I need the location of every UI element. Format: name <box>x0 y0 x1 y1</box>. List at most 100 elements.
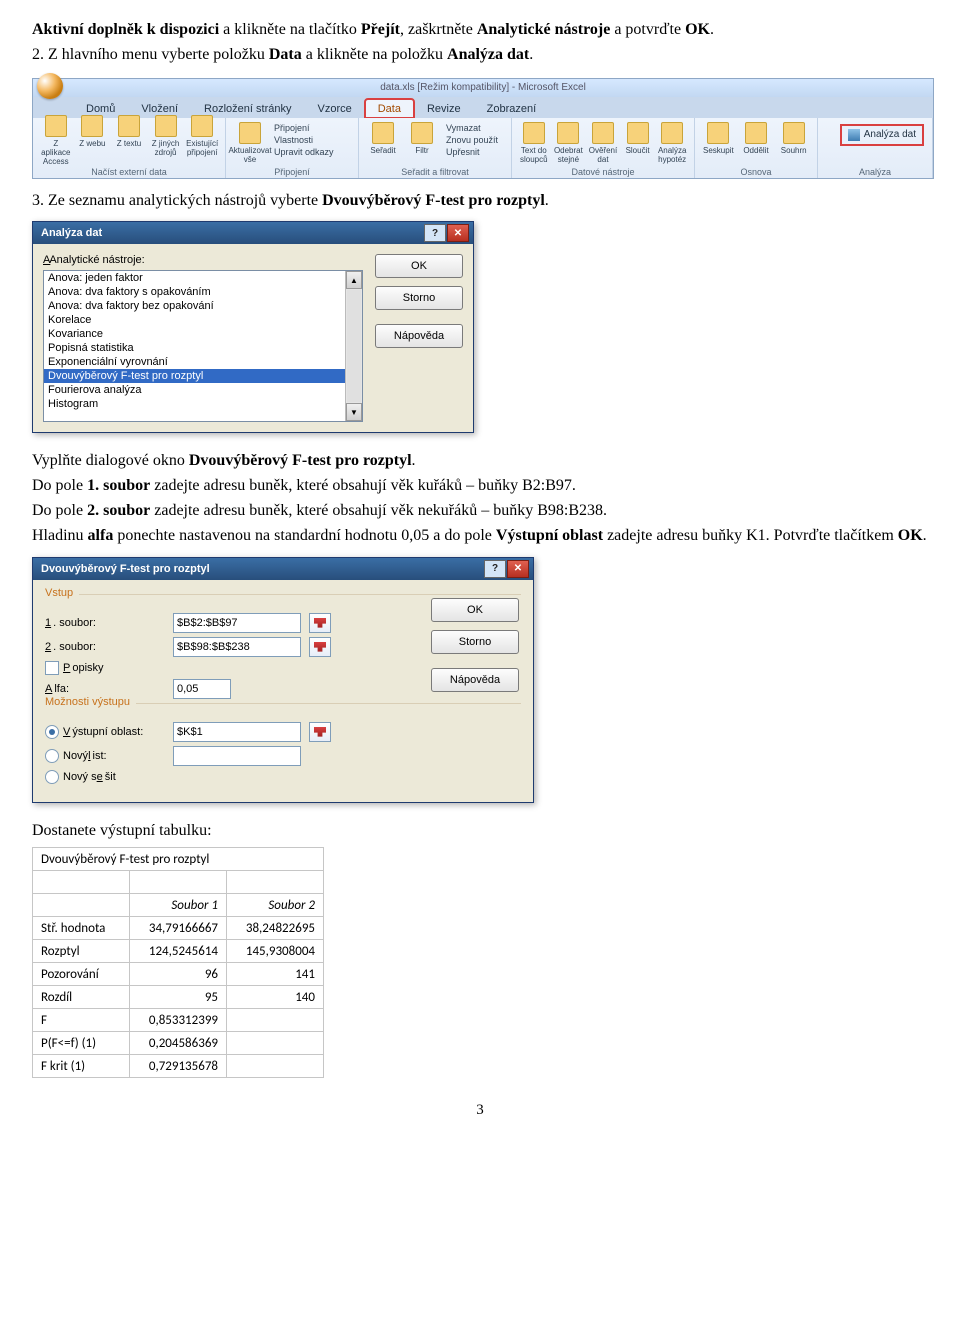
button-filter[interactable]: Filtr <box>404 122 440 166</box>
button-advanced[interactable]: Upřesnit <box>443 146 501 158</box>
dialog-title: Dvouvýběrový F-test pro rozptyl <box>41 563 210 575</box>
table-row: F krit (1)0,729135678 <box>33 1055 324 1078</box>
button-text-to-columns[interactable]: Text do sloupců <box>518 122 550 166</box>
checkbox-icon[interactable] <box>45 661 59 675</box>
button-from-web[interactable]: Z webu <box>76 115 110 166</box>
close-icon[interactable]: ✕ <box>507 560 529 578</box>
dialog-titlebar: Dvouvýběrový F-test pro rozptyl ? ✕ <box>33 558 533 580</box>
button-connections[interactable]: Připojení <box>271 122 337 134</box>
scroll-up-icon[interactable]: ▲ <box>346 271 362 289</box>
button-subtotal[interactable]: Souhrn <box>776 122 811 166</box>
radio-icon[interactable] <box>45 770 59 784</box>
radio-icon[interactable] <box>45 725 59 739</box>
input-alpha[interactable] <box>173 679 231 699</box>
label-file-1: 1. soubor: <box>45 617 165 629</box>
group-label-external: Načíst externí data <box>33 167 225 177</box>
button-consolidate[interactable]: Sloučit <box>622 122 654 166</box>
button-group[interactable]: Seskupit <box>701 122 736 166</box>
instr-field-2: Do pole 2. soubor zadejte adresu buněk, … <box>32 501 928 522</box>
tab-view[interactable]: Zobrazení <box>474 99 550 118</box>
intro-bold-1: Aktivní doplněk k dispozici <box>32 21 219 38</box>
button-clear[interactable]: Vymazat <box>443 122 501 134</box>
range-picker-icon[interactable] <box>309 722 331 742</box>
data-analysis-button[interactable]: Analýza dat <box>842 126 922 144</box>
button-whatif[interactable]: Analýza hypotéz <box>656 122 688 166</box>
excel-ribbon: data.xls [Režim kompatibility] - Microso… <box>32 78 934 179</box>
button-from-access[interactable]: Z aplikace Access <box>39 115 73 166</box>
ftest-result-table: Dvouvýběrový F-test pro rozptyl Soubor 1… <box>32 847 324 1078</box>
list-item-selected[interactable]: Dvouvýběrový F-test pro rozptyl <box>44 369 362 383</box>
analysis-tools-listbox[interactable]: Anova: jeden faktor Anova: dva faktory s… <box>43 270 363 422</box>
tab-data[interactable]: Data <box>365 99 414 118</box>
button-properties[interactable]: Vlastnosti <box>271 134 337 146</box>
cancel-button[interactable]: Storno <box>431 630 519 654</box>
group-label-connections: Připojení <box>226 167 358 177</box>
step-3-text: 3. Ze seznamu analytických nástrojů vybe… <box>32 191 928 212</box>
group-label-outline: Osnova <box>695 167 817 177</box>
radio-new-workbook[interactable]: Nový sešit <box>45 770 165 784</box>
table-row: P(F<=f) (1)0,204586369 <box>33 1032 324 1055</box>
ok-button[interactable]: OK <box>375 254 463 278</box>
button-refresh-all[interactable]: Aktualizovat vše <box>232 122 268 166</box>
list-item[interactable]: Histogram <box>44 397 362 411</box>
list-item[interactable]: Fourierova analýza <box>44 383 362 397</box>
label-file-2: 2. soubor: <box>45 641 165 653</box>
radio-output-range[interactable]: Výstupní oblast: <box>45 725 165 739</box>
radio-icon[interactable] <box>45 749 59 763</box>
tab-formulas[interactable]: Vzorce <box>304 99 364 118</box>
output-group-label: Možnosti výstupu <box>45 703 521 716</box>
list-item[interactable]: Anova: jeden faktor <box>44 271 362 285</box>
button-data-validation[interactable]: Ověření dat <box>587 122 619 166</box>
button-from-text[interactable]: Z textu <box>112 115 146 166</box>
window-title: data.xls [Režim kompatibility] - Microso… <box>33 82 933 93</box>
range-picker-icon[interactable] <box>309 637 331 657</box>
button-other-sources[interactable]: Z jiných zdrojů <box>149 115 183 166</box>
input-group-label: Vstup <box>45 594 521 607</box>
dialog-titlebar: Analýza dat ? ✕ <box>33 222 473 244</box>
instr-fill-dialog: Vyplňte dialogové okno Dvouvýběrový F-te… <box>32 451 928 472</box>
scrollbar[interactable]: ▲ ▼ <box>345 271 362 421</box>
table-title: Dvouvýběrový F-test pro rozptyl <box>33 848 324 871</box>
analysis-tools-label: AAnalytické nástroje: <box>43 254 363 266</box>
dialog-title: Analýza dat <box>41 227 102 239</box>
button-sort[interactable]: Seřadit <box>365 122 401 166</box>
step-2-text: 2. Z hlavního menu vyberte položku Data … <box>32 45 928 66</box>
button-reapply[interactable]: Znovu použít <box>443 134 501 146</box>
input-output-range[interactable] <box>173 722 301 742</box>
table-row: Rozptyl124,5245614145,9308004 <box>33 940 324 963</box>
close-icon[interactable]: ✕ <box>447 224 469 242</box>
input-file-1[interactable] <box>173 613 301 633</box>
group-label-data-tools: Datové nástroje <box>512 167 694 177</box>
button-remove-dupes[interactable]: Odebrat stejné <box>553 122 585 166</box>
scroll-thumb[interactable] <box>347 290 361 402</box>
button-edit-links[interactable]: Upravit odkazy <box>271 146 337 158</box>
help-button[interactable]: Nápověda <box>375 324 463 348</box>
cancel-button[interactable]: Storno <box>375 286 463 310</box>
scroll-down-icon[interactable]: ▼ <box>346 403 362 421</box>
help-button[interactable]: Nápověda <box>431 668 519 692</box>
button-existing-conn[interactable]: Existující připojení <box>185 115 219 166</box>
table-header: Soubor 2 <box>227 894 324 917</box>
tab-review[interactable]: Revize <box>414 99 474 118</box>
list-item[interactable]: Anova: dva faktory s opakováním <box>44 285 362 299</box>
range-picker-icon[interactable] <box>309 613 331 633</box>
instr-alpha-output: Hladinu alfa ponechte nastavenou na stan… <box>32 526 928 547</box>
table-row: F0,853312399 <box>33 1009 324 1032</box>
input-new-sheet[interactable] <box>173 746 301 766</box>
list-item[interactable]: Korelace <box>44 313 362 327</box>
help-icon[interactable]: ? <box>424 224 446 242</box>
list-item[interactable]: Kovariance <box>44 327 362 341</box>
radio-new-sheet[interactable]: Nový list: <box>45 749 165 763</box>
table-header: Soubor 1 <box>130 894 227 917</box>
list-item[interactable]: Exponenciální vyrovnání <box>44 355 362 369</box>
labels-checkbox[interactable]: Popisky <box>45 661 165 675</box>
label-alpha: Alfa: <box>45 683 165 695</box>
input-file-2[interactable] <box>173 637 301 657</box>
list-item[interactable]: Popisná statistika <box>44 341 362 355</box>
help-icon[interactable]: ? <box>484 560 506 578</box>
group-label-sort-filter: Seřadit a filtrovat <box>359 167 511 177</box>
button-ungroup[interactable]: Oddělit <box>739 122 774 166</box>
page-number: 3 <box>32 1102 928 1119</box>
ftest-dialog: Dvouvýběrový F-test pro rozptyl ? ✕ OK S… <box>32 557 534 803</box>
list-item[interactable]: Anova: dva faktory bez opakování <box>44 299 362 313</box>
